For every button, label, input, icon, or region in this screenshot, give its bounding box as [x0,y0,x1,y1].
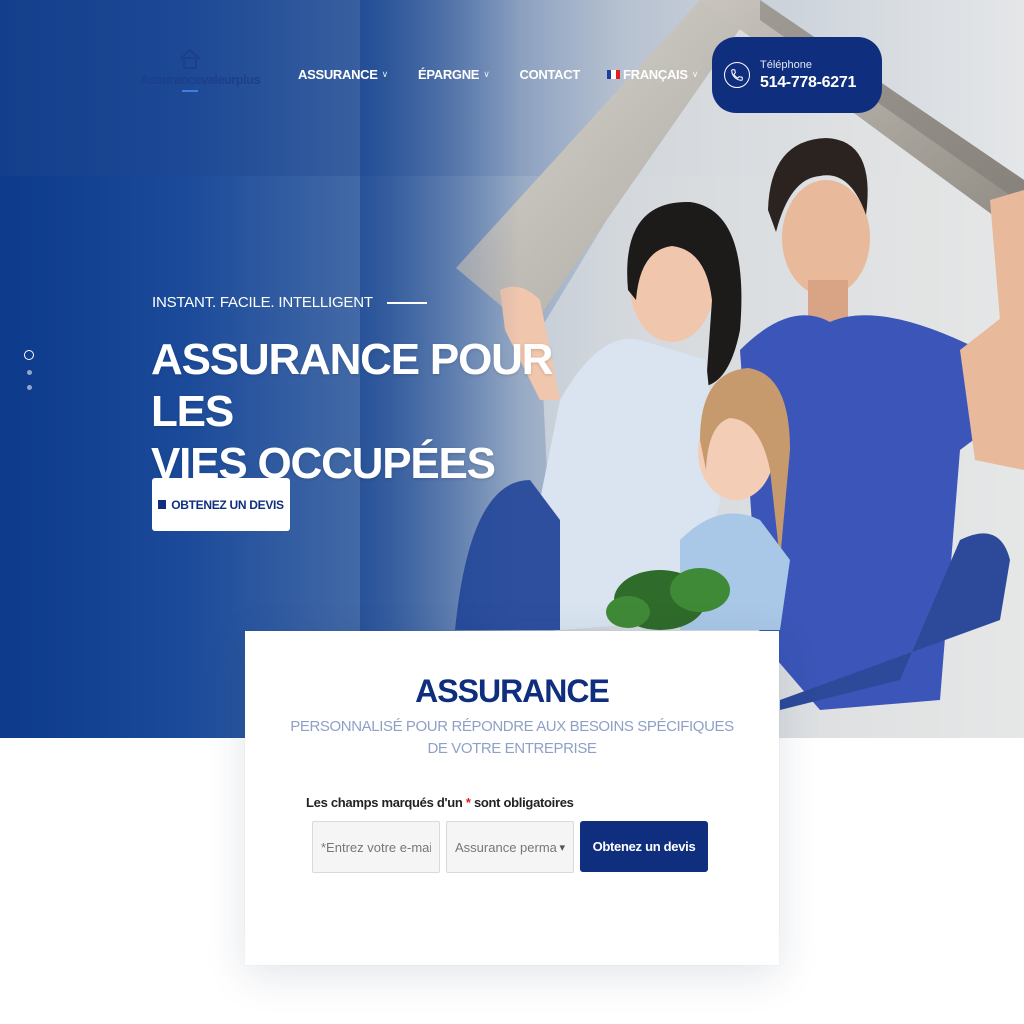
get-quote-button[interactable]: OBTENEZ UN DEVIS [152,478,290,531]
chevron-down-icon: ▾ [559,841,565,854]
required-note-text: Les champs marqués d'un [306,795,463,810]
required-star: * [465,795,471,810]
slider-dot-active[interactable] [24,350,34,360]
phone-icon [724,62,750,88]
cta-label: OBTENEZ UN DEVIS [171,497,284,512]
tagline-text: INSTANT. FACILE. INTELLIGENT [152,294,373,311]
chevron-down-icon: ∨ [381,68,389,79]
form-title: ASSURANCE [415,673,610,709]
hero-title-line1: ASSURANCE POUR LES [151,335,553,436]
site-logo[interactable]: Assurancevaleurplus [140,48,261,100]
select-value: Assurance permanente [455,839,557,855]
nav-item-epargne[interactable]: ÉPARGNE ∨ [418,67,490,82]
document-icon [158,500,167,509]
required-fields-note: Les champs marqués d'un * sont obligatoi… [306,795,574,810]
phone-contact[interactable]: Téléphone 514-778-6271 [712,37,882,113]
email-field[interactable] [312,821,440,873]
nav-item-contact[interactable]: CONTACT [519,66,580,82]
house-icon [179,48,201,69]
hero-section: Assurancevaleurplus ASSURANCE ∨ ÉPARGNE … [0,0,1024,738]
form-subtitle: PERSONNALISÉ POUR RÉPONDRE AUX BESOINS S… [290,718,734,757]
nav-item-language[interactable]: FRANÇAIS ∨ [606,66,699,82]
nav-item-label: ASSURANCE [298,66,378,82]
logo-text: Assurancevaleurplus [140,72,261,87]
france-flag-icon [606,69,620,79]
required-note-text-end: sont obligatoires [473,795,574,810]
phone-label: Téléphone [760,58,812,71]
slider-dots [22,350,36,390]
quote-form-card: ASSURANCE PERSONNALISÉ POUR RÉPONDRE AUX… [245,631,779,965]
slider-dot[interactable] [26,370,32,375]
phone-number[interactable]: 514-778-6271 [760,74,856,92]
hero-tagline: INSTANT. FACILE. INTELLIGENT [152,294,427,311]
nav-item-label: CONTACT [519,66,580,82]
tagline-divider [386,301,427,304]
logo-underline [182,90,198,92]
submit-quote-button[interactable]: Obtenez un devis [580,821,708,872]
nav-item-label: ÉPARGNE [417,66,480,82]
chevron-down-icon: ∨ [691,68,699,79]
chevron-down-icon: ∨ [483,68,490,79]
insurance-type-select[interactable]: Assurance permanente ▾ [446,821,574,873]
main-nav: ASSURANCE ∨ ÉPARGNE ∨ CONTACT FRANÇAIS ∨ [298,64,698,84]
nav-item-assurance[interactable]: ASSURANCE ∨ [298,67,388,82]
slider-dot[interactable] [26,385,32,390]
nav-item-label: FRANÇAIS [622,66,688,82]
hero-title: ASSURANCE POUR LES VIES OCCUPÉES [151,334,571,490]
